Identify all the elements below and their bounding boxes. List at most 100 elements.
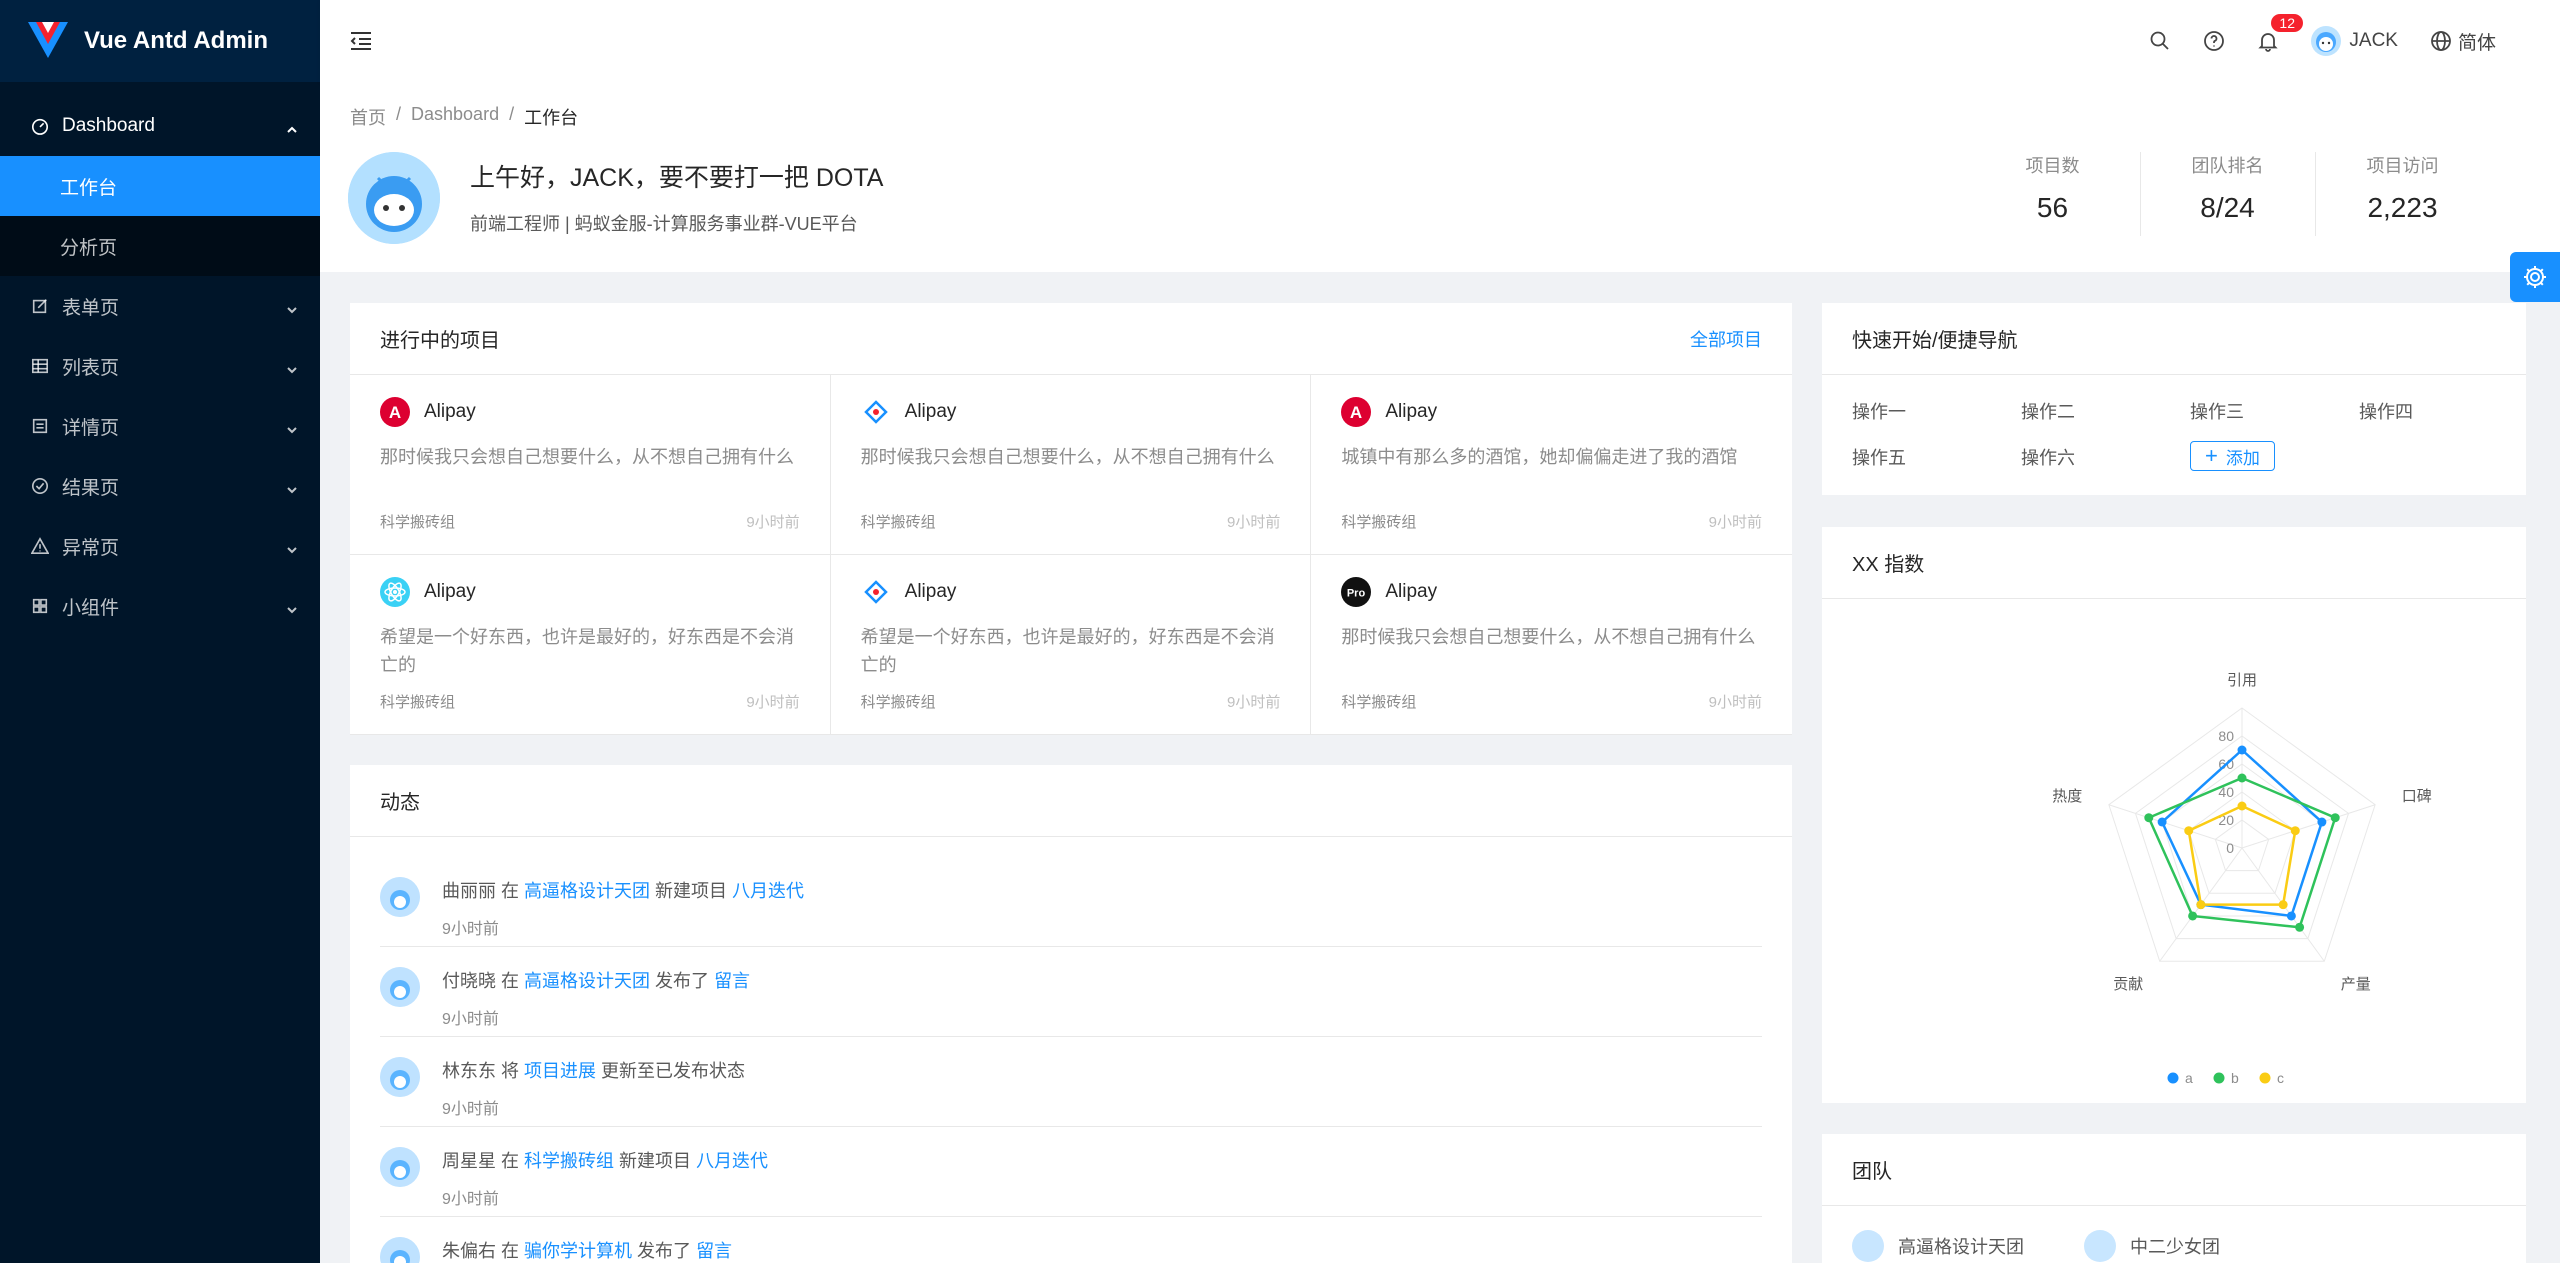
project-group[interactable]: 科学搬砖组 (861, 511, 936, 532)
activity-list: 曲丽丽 在 高逼格设计天团 新建项目 八月迭代 9小时前 付晓晓 在 高逼格设计天团… (350, 837, 1792, 1263)
sidebar-item-exception[interactable]: 异常页 (0, 516, 320, 576)
add-button[interactable]: 添加 (2190, 441, 2275, 471)
quick-link[interactable]: 操作四 (2359, 395, 2528, 427)
logo[interactable]: Vue Antd Admin (0, 0, 320, 82)
project-desc: 希望是一个好东西，也许是最好的，好东西是不会消亡的 (860, 627, 1275, 675)
sidebar-item-analysis[interactable]: 分析页 (0, 216, 320, 276)
app-title: Vue Antd Admin (84, 27, 268, 54)
sidebar-item-widgets[interactable]: 小组件 (0, 576, 320, 636)
team-list: 高逼格设计天团 中二少女团 (1822, 1206, 2526, 1263)
breadcrumb-home[interactable]: 首页 (350, 104, 386, 130)
project-footer: 科学搬砖组 9小时前 (1341, 691, 1762, 712)
greeting-title: 上午好，JACK，要不要打一把 DOTA (470, 164, 884, 192)
radar-tick-label: 80 (2218, 728, 2234, 744)
chevron-down-icon (286, 480, 298, 494)
menu-fold-icon[interactable] (348, 28, 374, 54)
activity-text: 朱偏右 在 骗你学计算机 发布了 留言 (442, 1237, 732, 1263)
project-group[interactable]: 科学搬砖组 (1341, 691, 1416, 712)
sidebar-item-label: 小组件 (62, 597, 120, 619)
chevron-down-icon (286, 540, 298, 554)
project-group[interactable]: 科学搬砖组 (1341, 511, 1416, 532)
card-header: XX 指数 (1822, 527, 2526, 599)
project-time: 9小时前 (746, 694, 800, 711)
language-switch[interactable]: 简体 (2414, 0, 2512, 82)
angular-logo-icon: A (1341, 397, 1372, 427)
chevron-down-icon (286, 300, 298, 314)
avatar (1852, 1230, 1884, 1262)
activity-link[interactable]: 骗你学计算机 (524, 1241, 632, 1261)
search-button[interactable] (2133, 0, 2187, 82)
sidebar-item-label: 异常页 (62, 537, 120, 559)
language-label: 简体 (2457, 32, 2496, 54)
header-stats: 项目数 56 团队排名 8/24 项目访问 2,223 (1965, 152, 2490, 236)
project-group[interactable]: 科学搬砖组 (861, 691, 936, 712)
radar-point (2157, 817, 2167, 827)
card-title: 快速开始/便捷导航 (1852, 330, 2018, 352)
activity-time: 9小时前 (442, 1101, 499, 1118)
form-icon (30, 296, 50, 316)
help-button[interactable] (2187, 0, 2241, 82)
card-title: 团队 (1852, 1161, 1892, 1183)
activity-link[interactable]: 八月迭代 (732, 881, 804, 901)
avatar (2084, 1230, 2116, 1262)
project-desc: 那时候我只会想自己想要什么，从不想自己拥有什么 (860, 447, 1275, 467)
project-item[interactable]: A Alipay 城镇中有那么多的酒馆，她却偏偏走进了我的酒馆 科学搬砖组 9小时前 (1311, 375, 1792, 555)
project-group[interactable]: 科学搬砖组 (380, 511, 455, 532)
radar-point (2278, 900, 2288, 910)
sidebar-item-dashboard[interactable]: Dashboard (0, 96, 320, 156)
activity-text: 曲丽丽 在 高逼格设计天团 新建项目 八月迭代 (442, 877, 804, 903)
quick-link[interactable]: 操作三 (2190, 395, 2359, 427)
project-desc: 那时候我只会想自己想要什么，从不想自己拥有什么 (380, 447, 794, 467)
breadcrumb: 首页 / Dashboard / 工作台 (350, 104, 578, 130)
card-header: 进行中的项目 全部项目 (350, 303, 1792, 375)
sidebar-item-label: 详情页 (62, 417, 120, 439)
project-item[interactable]: Alipay 那时候我只会想自己想要什么，从不想自己拥有什么 科学搬砖组 9小时前 (830, 375, 1312, 555)
project-item[interactable]: Alipay 希望是一个好东西，也许是最好的，好东西是不会消亡的 科学搬砖组 9小时前 (830, 555, 1312, 735)
team-item[interactable]: 高逼格设计天团 (1852, 1230, 2024, 1262)
radar-indicator-label: 引用 (2227, 672, 2257, 689)
legend-label: a (2185, 1070, 2193, 1086)
quick-link[interactable]: 操作二 (2021, 395, 2190, 427)
project-item[interactable]: A Alipay 那时候我只会想自己想要什么，从不想自己拥有什么 科学搬砖组 9小时前 (350, 375, 831, 555)
activity-link[interactable]: 八月迭代 (696, 1151, 768, 1171)
sidebar-item-result[interactable]: 结果页 (0, 456, 320, 516)
team-item[interactable]: 中二少女团 (2084, 1230, 2220, 1262)
project-name: Alipay (904, 401, 957, 422)
radar-indicator-label: 口碑 (2402, 788, 2432, 805)
stat-value: 56 (2036, 192, 2069, 223)
breadcrumb-dashboard[interactable]: Dashboard (411, 104, 499, 130)
sidebar-item-list[interactable]: 列表页 (0, 336, 320, 396)
svg-text:A: A (389, 403, 401, 422)
breadcrumb-current: 工作台 (524, 108, 579, 128)
stat-label: 项目访问 (2366, 156, 2439, 176)
notification-button[interactable]: 12 (2241, 0, 2303, 82)
quick-link[interactable]: 操作五 (1852, 441, 2021, 473)
settings-drawer-handle[interactable] (2510, 252, 2560, 302)
project-item[interactable]: Pro Alipay 那时候我只会想自己想要什么，从不想自己拥有什么 科学搬砖组 9小时… (1311, 555, 1792, 735)
sidebar-item-form[interactable]: 表单页 (0, 276, 320, 336)
radar-point (2237, 745, 2247, 755)
activity-link[interactable]: 科学搬砖组 (524, 1151, 614, 1171)
radar-point (2286, 911, 2296, 921)
quick-link[interactable]: 操作一 (1852, 395, 2021, 427)
angular-logo-icon: A (380, 397, 410, 427)
all-projects-link[interactable]: 全部项目 (1690, 326, 1762, 352)
chevron-up-icon (286, 120, 298, 133)
bell-icon (2258, 33, 2279, 52)
activity-link[interactable]: 高逼格设计天团 (524, 881, 650, 901)
activity-link[interactable]: 留言 (714, 971, 750, 991)
activity-verb: 在 (501, 881, 520, 901)
sidebar-item-workplace[interactable]: 工作台 (0, 156, 320, 216)
user-menu[interactable]: JACK (2295, 0, 2414, 82)
card-title: 动态 (380, 792, 420, 814)
activity-verb: 在 (501, 1151, 520, 1171)
activity-link[interactable]: 高逼格设计天团 (524, 971, 650, 991)
quick-link[interactable]: 操作六 (2021, 441, 2190, 473)
activity-link[interactable]: 留言 (696, 1241, 732, 1261)
activity-text: 林东东 将 项目进展 更新至已发布状态 (442, 1057, 745, 1083)
project-group[interactable]: 科学搬砖组 (380, 691, 455, 712)
project-item[interactable]: Alipay 希望是一个好东西，也许是最好的，好东西是不会消亡的 科学搬砖组 9小时前 (350, 555, 831, 735)
sidebar-item-detail[interactable]: 详情页 (0, 396, 320, 456)
activity-link[interactable]: 项目进展 (524, 1061, 596, 1081)
radar-point (2144, 813, 2154, 823)
